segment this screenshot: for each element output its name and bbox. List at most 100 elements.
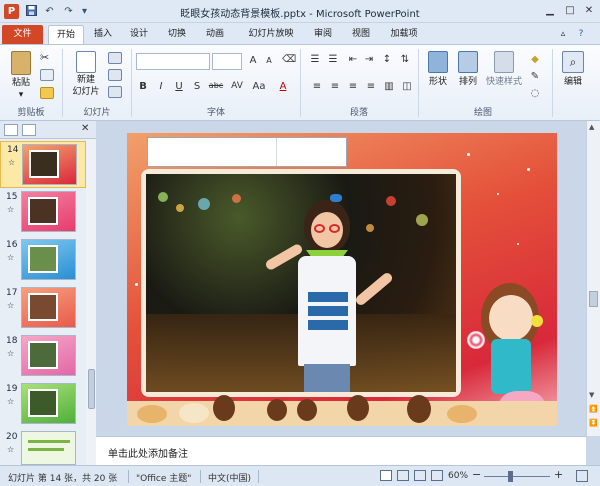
tab-addins[interactable]: 加载项: [384, 25, 424, 44]
shadow-button[interactable]: S: [190, 81, 204, 92]
quick-styles-icon[interactable]: [494, 51, 514, 73]
close-panel-icon[interactable]: ✕: [81, 123, 89, 134]
align-right-icon[interactable]: ≡: [346, 81, 360, 92]
grow-font-icon[interactable]: A: [246, 55, 260, 66]
new-slide-label2[interactable]: 幻灯片: [66, 87, 106, 98]
scrollbar-thumb[interactable]: [589, 291, 598, 307]
align-left-icon[interactable]: ≡: [310, 81, 324, 92]
binoculars-icon[interactable]: ⌕: [562, 51, 584, 73]
copy-icon[interactable]: [40, 69, 54, 81]
thumbnail-19[interactable]: 19 ☆: [0, 381, 86, 428]
photo[interactable]: [146, 174, 456, 392]
new-slide-icon[interactable]: [76, 51, 96, 73]
theme-name[interactable]: "Office 主题": [136, 471, 191, 484]
thumbnail-scrollbar[interactable]: [86, 139, 96, 465]
shape-fill-icon[interactable]: ◆: [528, 54, 542, 65]
notes-placeholder[interactable]: 单击此处添加备注: [108, 445, 188, 460]
tab-animations[interactable]: 动画: [200, 25, 230, 44]
tab-insert[interactable]: 插入: [88, 25, 118, 44]
new-slide-button[interactable]: 新建: [68, 75, 104, 86]
outline-tab-icon[interactable]: [22, 124, 36, 136]
language-indicator[interactable]: 中文(中国): [208, 471, 251, 484]
italic-button[interactable]: I: [154, 81, 168, 92]
text-direction-icon[interactable]: ⇅: [398, 54, 412, 65]
fit-to-window-icon[interactable]: [576, 470, 588, 482]
thumbnail-18[interactable]: 18 ☆: [0, 333, 86, 380]
quick-styles-button[interactable]: 快速样式: [484, 77, 524, 88]
maximize-icon[interactable]: □: [562, 4, 578, 18]
paste-button[interactable]: 粘贴: [6, 78, 36, 89]
zoom-level[interactable]: 60%: [448, 471, 468, 481]
slides-tab-icon[interactable]: [4, 124, 18, 136]
font-size-combo[interactable]: [212, 53, 242, 70]
zoom-slider-thumb[interactable]: [508, 471, 513, 482]
shapes-icon[interactable]: [428, 51, 448, 73]
tab-file[interactable]: 文件: [2, 25, 43, 44]
font-color-icon[interactable]: A: [276, 81, 290, 92]
thumbnail-17[interactable]: 17 ☆: [0, 285, 86, 332]
cut-icon[interactable]: ✂: [40, 51, 54, 64]
zoom-slider-track[interactable]: [484, 476, 550, 477]
underline-button[interactable]: U: [172, 81, 186, 92]
thumbnail-16[interactable]: 16 ☆: [0, 237, 86, 284]
strikethrough-button[interactable]: abc: [206, 81, 226, 90]
current-slide[interactable]: [127, 133, 557, 426]
editing-button[interactable]: 编辑: [556, 77, 590, 88]
zoom-out-icon[interactable]: −: [472, 468, 481, 481]
shape-effects-icon[interactable]: ◌: [528, 88, 542, 99]
columns-icon[interactable]: ▥: [382, 81, 396, 92]
powerpoint-app-icon[interactable]: P: [4, 4, 19, 19]
scroll-down-icon[interactable]: ▼: [589, 391, 594, 399]
reset-icon[interactable]: [108, 69, 122, 81]
bold-button[interactable]: B: [136, 81, 150, 92]
slide-sorter-icon[interactable]: [397, 470, 409, 481]
thumbnail-scrollbar-thumb[interactable]: [88, 369, 95, 409]
format-painter-icon[interactable]: [40, 87, 54, 99]
tab-slideshow[interactable]: 幻灯片放映: [238, 25, 304, 44]
numbering-icon[interactable]: ☰: [326, 54, 340, 65]
redo-icon[interactable]: ↷: [62, 5, 75, 18]
slideshow-icon[interactable]: [431, 470, 443, 481]
zoom-in-icon[interactable]: +: [554, 468, 563, 481]
tab-review[interactable]: 审阅: [308, 25, 338, 44]
tab-design[interactable]: 设计: [124, 25, 154, 44]
next-slide-icon[interactable]: ⏬: [589, 419, 598, 427]
selected-text-box[interactable]: [147, 137, 347, 167]
line-spacing-icon[interactable]: ↕: [380, 54, 394, 65]
thumbnail-15[interactable]: 15 ☆: [0, 189, 86, 236]
arrange-icon[interactable]: [458, 51, 478, 73]
undo-icon[interactable]: ↶: [43, 5, 56, 18]
normal-view-icon[interactable]: [380, 470, 392, 481]
shrink-font-icon[interactable]: A: [262, 56, 276, 65]
char-spacing-icon[interactable]: AV: [230, 81, 244, 91]
scroll-up-icon[interactable]: ▲: [589, 123, 594, 131]
justify-icon[interactable]: ≡: [364, 81, 378, 92]
shape-outline-icon[interactable]: ✎: [528, 71, 542, 82]
change-case-icon[interactable]: Aa: [252, 81, 266, 92]
tab-home[interactable]: 开始: [48, 25, 84, 44]
minimize-ribbon-icon[interactable]: ▵: [556, 25, 570, 44]
font-name-combo[interactable]: [136, 53, 210, 70]
thumbnail-14[interactable]: 14 ☆: [0, 141, 86, 188]
notes-pane[interactable]: 单击此处添加备注: [96, 436, 586, 465]
paste-dropdown-icon[interactable]: ▾: [14, 90, 28, 101]
layout-icon[interactable]: [108, 52, 122, 64]
reading-view-icon[interactable]: [414, 470, 426, 481]
close-icon[interactable]: ✕: [581, 4, 597, 18]
tab-transitions[interactable]: 切换: [162, 25, 192, 44]
section-icon[interactable]: [108, 86, 122, 98]
clear-format-icon[interactable]: ⌫: [282, 54, 296, 65]
tab-view[interactable]: 视图: [346, 25, 376, 44]
help-icon[interactable]: ?: [574, 25, 588, 44]
minimize-icon[interactable]: ▁: [542, 4, 558, 18]
thumbnail-20[interactable]: 20 ☆: [0, 429, 86, 465]
align-center-icon[interactable]: ≡: [328, 81, 342, 92]
slide-scrollbar[interactable]: ▲ ▼ ⏫ ⏬: [586, 121, 600, 436]
save-icon[interactable]: [25, 5, 38, 18]
customize-qat-icon[interactable]: ▾: [78, 5, 91, 18]
bullets-icon[interactable]: ☰: [308, 54, 322, 65]
decrease-indent-icon[interactable]: ⇤: [346, 54, 360, 65]
increase-indent-icon[interactable]: ⇥: [362, 54, 376, 65]
smartart-icon[interactable]: ◫: [400, 81, 414, 92]
previous-slide-icon[interactable]: ⏫: [589, 405, 598, 413]
